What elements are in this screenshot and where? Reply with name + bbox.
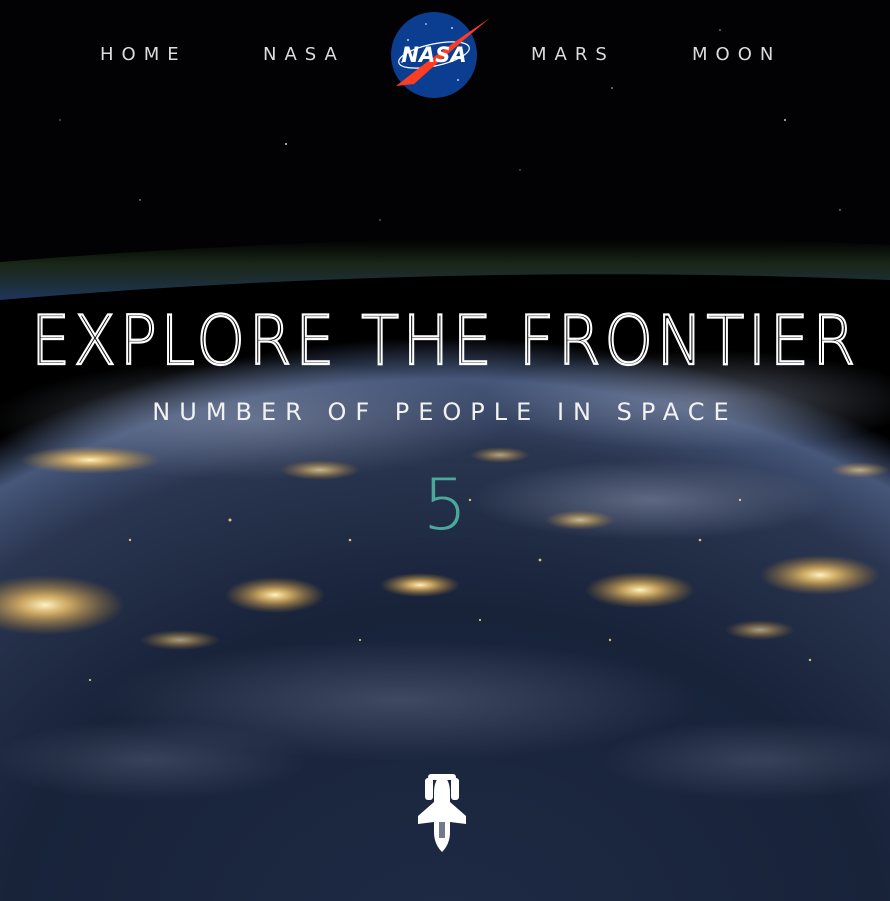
people-in-space-count: 5	[422, 464, 468, 546]
nav-link-moon[interactable]: MOON	[692, 44, 781, 65]
page: HOME NASA NASA NASA MARS MOON EXPLORE TH…	[0, 0, 890, 901]
top-navigation: HOME NASA NASA NASA MARS MOON	[0, 0, 890, 110]
earth-night-background	[0, 0, 890, 901]
svg-text:NASA: NASA	[401, 43, 466, 67]
nav-link-nasa[interactable]: NASA	[263, 44, 345, 65]
hero-subtitle: NUMBER OF PEOPLE IN SPACE	[152, 398, 738, 426]
nav-link-mars[interactable]: MARS	[531, 44, 615, 65]
nasa-logo-icon[interactable]: NASA NASA	[386, 10, 496, 100]
hero-title-text: EXPLORE THE FRONTIER	[31, 302, 859, 378]
nav-link-home[interactable]: HOME	[100, 44, 187, 65]
hero-title: EXPLORE THE FRONTIER	[0, 298, 890, 382]
space-shuttle-icon[interactable]	[414, 772, 470, 852]
